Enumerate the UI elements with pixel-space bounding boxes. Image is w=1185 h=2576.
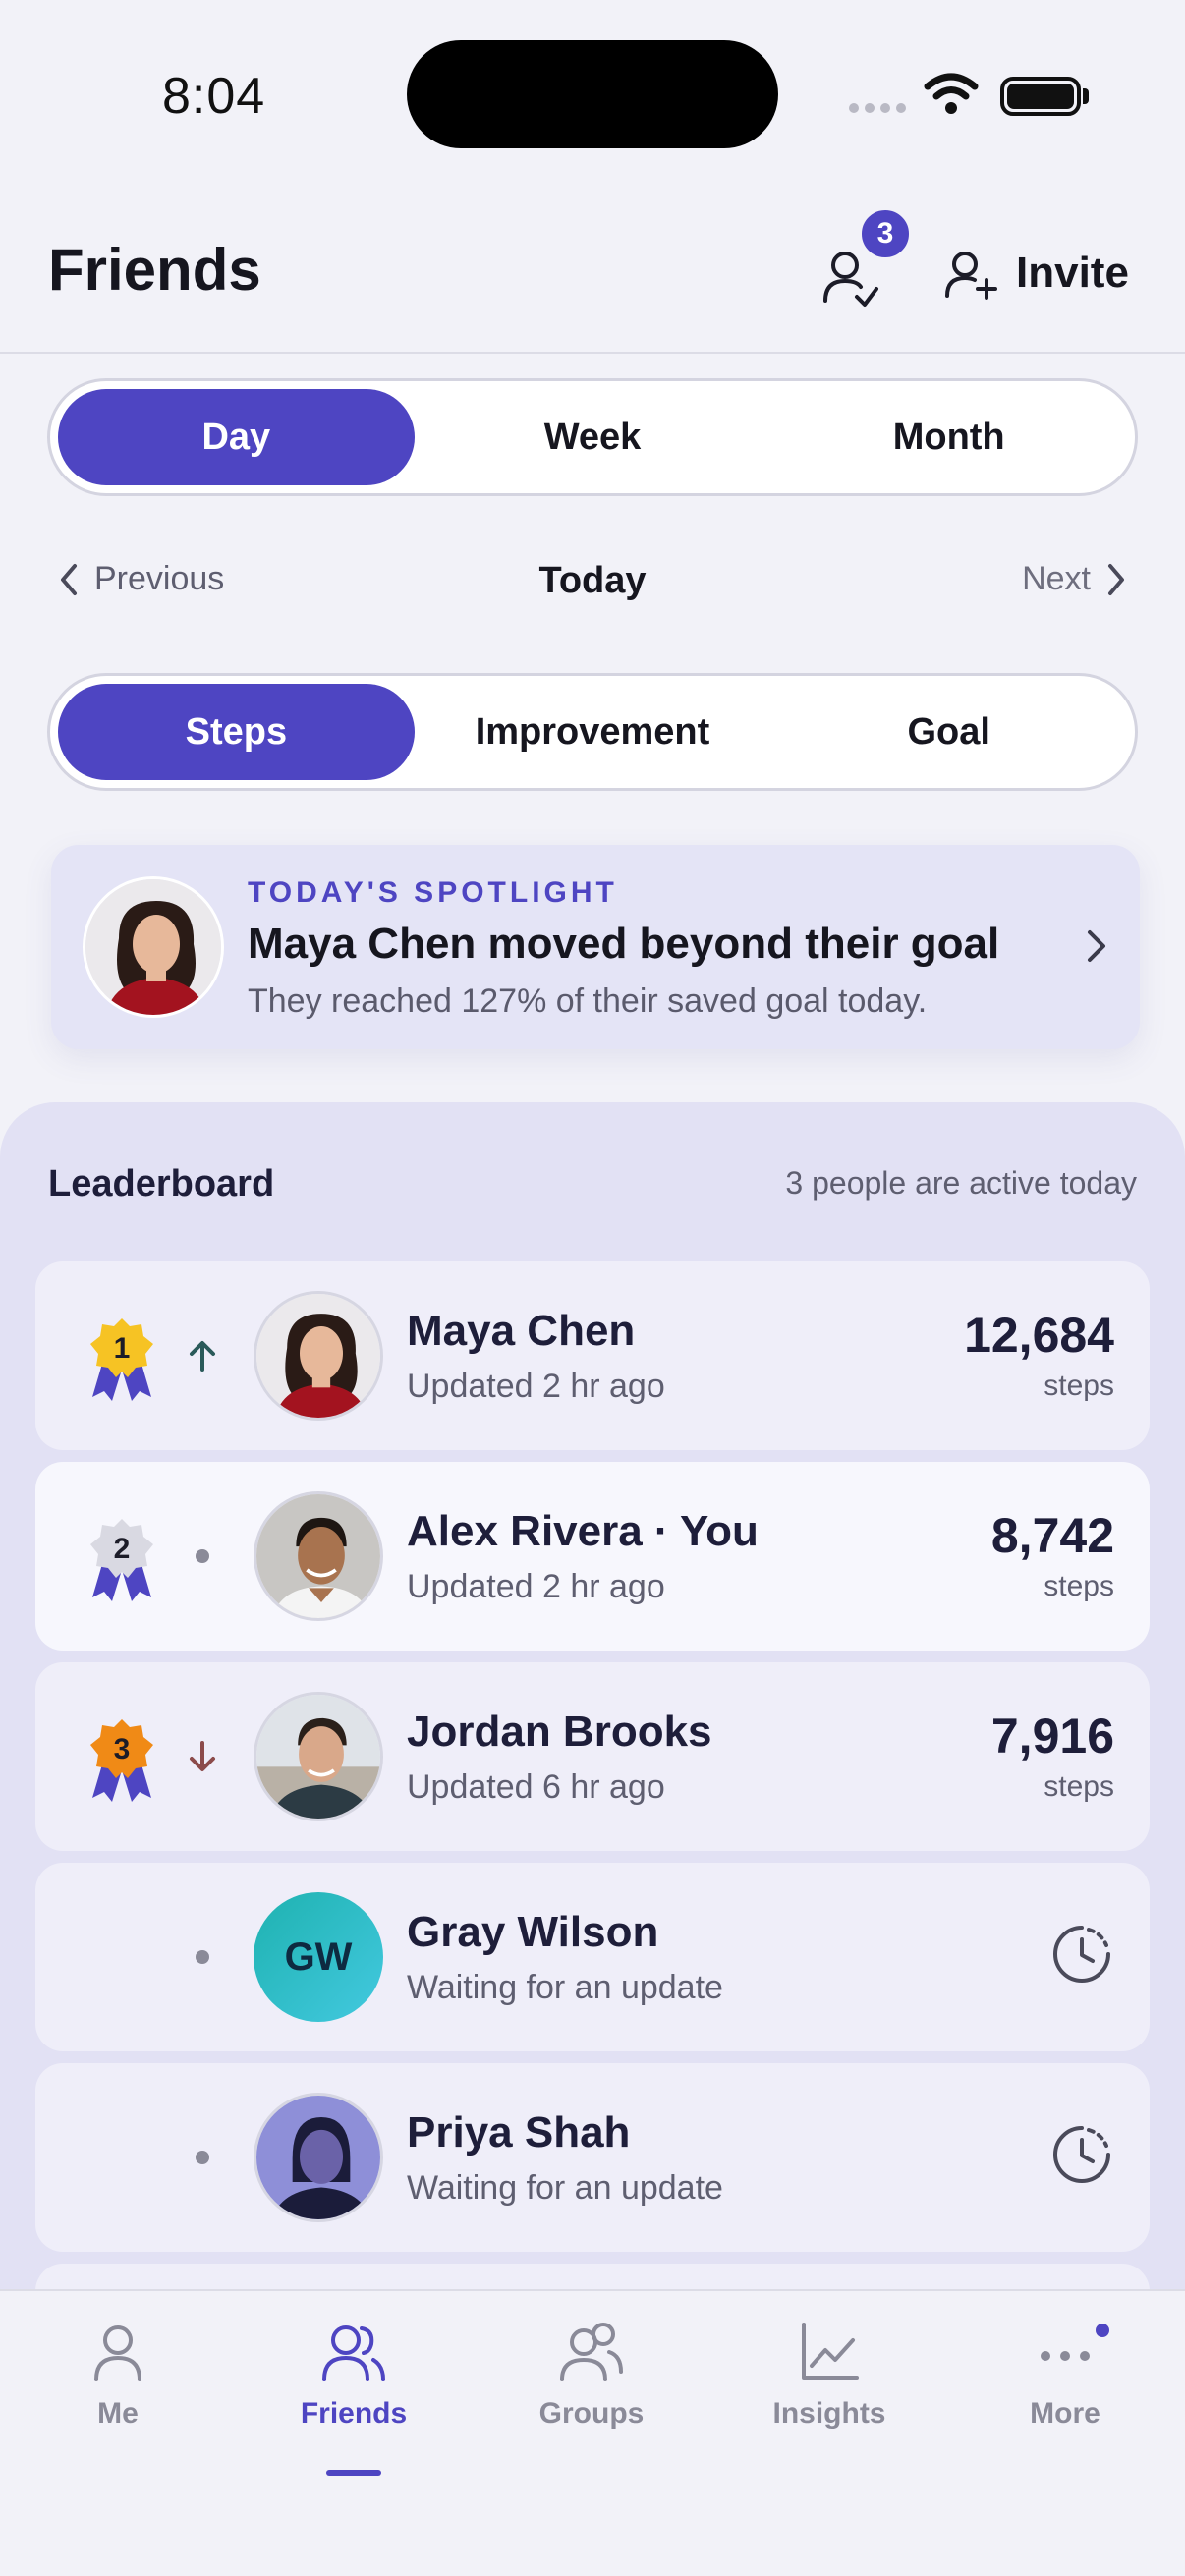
spotlight-title: Maya Chen moved beyond their goal bbox=[248, 920, 1000, 968]
leaderboard-title: Leaderboard bbox=[48, 1163, 275, 1204]
period-day-tab[interactable]: Day bbox=[58, 389, 415, 485]
trend-neutral-icon bbox=[183, 2138, 222, 2177]
current-date-label: Today bbox=[538, 560, 647, 601]
date-navigation: Previous Today Next bbox=[59, 550, 1126, 619]
invite-button[interactable]: Invite bbox=[941, 234, 1129, 312]
invite-label: Invite bbox=[1016, 249, 1129, 297]
leaderboard-row[interactable]: GW Gray Wilson Waiting for an update bbox=[35, 1863, 1150, 2051]
steps-unit: steps bbox=[1044, 1370, 1114, 1402]
dynamic-island bbox=[407, 40, 778, 148]
friend-name: Gray Wilson bbox=[407, 1908, 659, 1956]
steps-value: 8,742 bbox=[990, 1508, 1114, 1563]
active-tab-indicator bbox=[326, 2470, 381, 2476]
steps-unit: steps bbox=[1044, 1570, 1114, 1602]
updated-time: Updated 6 hr ago bbox=[407, 1768, 665, 1806]
period-week-tab[interactable]: Week bbox=[415, 389, 771, 485]
person-icon bbox=[94, 2325, 141, 2381]
friend-name: Alex Rivera · You bbox=[407, 1507, 759, 1555]
tab-bar: Me Friends Groups Insights More bbox=[0, 2289, 1185, 2576]
bronze-medal-icon: 3 bbox=[90, 1719, 153, 1802]
period-month-tab[interactable]: Month bbox=[770, 389, 1127, 485]
tab-more[interactable]: More bbox=[967, 2321, 1163, 2458]
svg-text:2: 2 bbox=[114, 1533, 131, 1565]
tab-me[interactable]: Me bbox=[20, 2321, 216, 2458]
tab-label: Groups bbox=[538, 2397, 645, 2430]
avatar bbox=[254, 1692, 383, 1821]
tab-friends[interactable]: Friends bbox=[255, 2321, 452, 2476]
tab-label: Friends bbox=[300, 2397, 408, 2430]
requests-badge: 3 bbox=[858, 206, 913, 261]
metric-improvement-tab[interactable]: Improvement bbox=[415, 684, 771, 780]
spotlight-kicker: TODAY'S SPOTLIGHT bbox=[248, 876, 618, 909]
metric-selector: Steps Improvement Goal bbox=[47, 673, 1138, 791]
trend-down-icon bbox=[183, 1737, 222, 1776]
signal-icon bbox=[849, 103, 906, 113]
leaderboard-row-you[interactable]: 2 Alex Rivera · You Updated 2 hr ago 8,7… bbox=[35, 1462, 1150, 1651]
avatar bbox=[254, 1491, 383, 1621]
chart-icon bbox=[802, 2323, 859, 2380]
groups-icon bbox=[560, 2323, 623, 2381]
leaderboard-row[interactable]: 1 Maya Chen Updated 2 hr ago 12,684 step… bbox=[35, 1261, 1150, 1450]
avatar bbox=[254, 2093, 383, 2222]
updated-time: Updated 2 hr ago bbox=[407, 1368, 665, 1405]
steps-value: 7,916 bbox=[990, 1708, 1114, 1764]
notification-dot bbox=[1093, 2321, 1112, 2340]
metric-steps-tab[interactable]: Steps bbox=[58, 684, 415, 780]
leaderboard-row[interactable]: Priya Shah Waiting for an update bbox=[35, 2063, 1150, 2252]
pending-clock-icon bbox=[1053, 2126, 1110, 2183]
tab-label: More bbox=[1030, 2397, 1100, 2430]
metric-goal-tab[interactable]: Goal bbox=[770, 684, 1127, 780]
gold-medal-icon: 1 bbox=[90, 1318, 153, 1401]
silver-medal-icon: 2 bbox=[90, 1519, 153, 1601]
chevron-right-icon bbox=[1088, 930, 1105, 962]
svg-text:1: 1 bbox=[114, 1332, 131, 1365]
svg-text:3: 3 bbox=[114, 1733, 131, 1765]
trend-up-icon bbox=[183, 1336, 222, 1375]
spotlight-card[interactable]: TODAY'S SPOTLIGHT Maya Chen moved beyond… bbox=[51, 845, 1140, 1049]
steps-value: 12,684 bbox=[964, 1308, 1114, 1363]
avatar bbox=[254, 1291, 383, 1421]
leaderboard-meta: 3 people are active today bbox=[785, 1165, 1137, 1201]
more-icon bbox=[1041, 2351, 1090, 2361]
updated-time: Updated 2 hr ago bbox=[407, 1568, 665, 1605]
updated-status: Waiting for an update bbox=[407, 1969, 723, 2006]
updated-status: Waiting for an update bbox=[407, 2169, 723, 2207]
friends-icon bbox=[322, 2325, 385, 2381]
next-label: Next bbox=[1022, 560, 1091, 597]
status-time: 8:04 bbox=[162, 68, 266, 125]
friend-name: Priya Shah bbox=[407, 2108, 631, 2156]
steps-unit: steps bbox=[1044, 1770, 1114, 1803]
initials-avatar: GW bbox=[254, 1892, 383, 2022]
page-title: Friends bbox=[48, 237, 261, 303]
tab-label: Insights bbox=[772, 2397, 886, 2430]
tab-groups[interactable]: Groups bbox=[493, 2321, 690, 2458]
friend-name: Jordan Brooks bbox=[407, 1708, 712, 1756]
trend-neutral-icon bbox=[183, 1937, 222, 1977]
tab-label: Me bbox=[97, 2397, 139, 2430]
wifi-icon bbox=[924, 73, 979, 114]
pending-clock-icon bbox=[1053, 1926, 1110, 1983]
period-selector: Day Week Month bbox=[47, 378, 1138, 496]
leaderboard-row[interactable]: 3 Jordan Brooks Updated 6 hr ago 7,916 s… bbox=[35, 1662, 1150, 1851]
trend-neutral-icon bbox=[183, 1537, 222, 1576]
spotlight-subtitle: They reached 127% of their saved goal to… bbox=[248, 982, 928, 1020]
avatar bbox=[83, 876, 224, 1018]
chevron-right-icon bbox=[1108, 563, 1124, 595]
battery-icon bbox=[1000, 77, 1081, 116]
add-user-icon bbox=[945, 252, 997, 300]
header: Friends 3 Invite bbox=[0, 187, 1185, 354]
next-button[interactable]: Next bbox=[1022, 560, 1126, 598]
tab-insights[interactable]: Insights bbox=[731, 2321, 928, 2458]
friend-name: Maya Chen bbox=[407, 1307, 636, 1355]
status-bar: 8:04 bbox=[0, 0, 1185, 187]
